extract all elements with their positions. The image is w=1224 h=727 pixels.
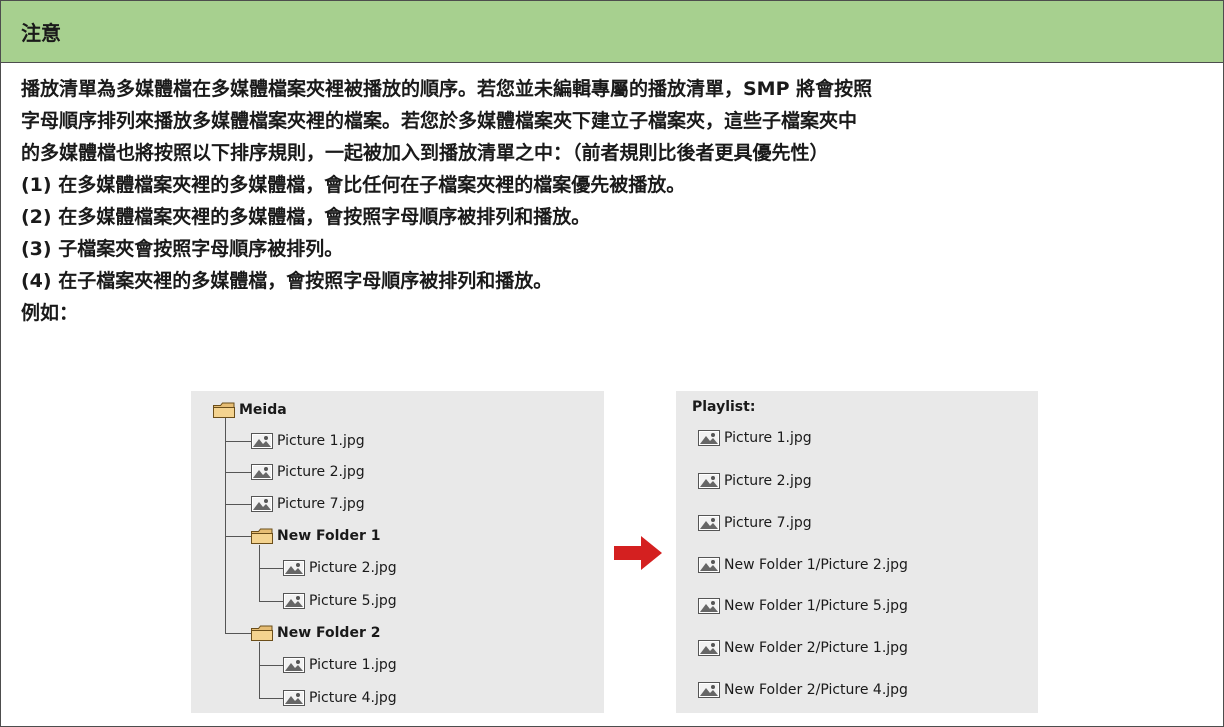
image-file-icon xyxy=(698,557,720,573)
playlist-item[interactable]: New Folder 1/Picture 5.jpg xyxy=(698,596,908,616)
file-label: Picture 1.jpg xyxy=(309,657,397,673)
note-title: 注意 xyxy=(1,1,1223,63)
playlist-item[interactable]: New Folder 2/Picture 1.jpg xyxy=(698,638,908,658)
tree-root-folder[interactable]: Meida xyxy=(213,400,287,420)
image-file-icon xyxy=(251,496,273,512)
image-file-icon xyxy=(283,690,305,706)
image-file-icon xyxy=(283,657,305,673)
image-file-icon xyxy=(698,598,720,614)
playlist-item-label: New Folder 1/Picture 2.jpg xyxy=(724,557,908,573)
folder-icon xyxy=(251,625,273,641)
file-label: Picture 2.jpg xyxy=(277,464,365,480)
file-label: Picture 4.jpg xyxy=(309,690,397,706)
note-body: 播放清單為多媒體檔在多媒體檔案夾裡被播放的順序。若您並未編輯專屬的播放清單，SM… xyxy=(1,63,1223,329)
rule-1: (1) 在多媒體檔案夾裡的多媒體檔，會比任何在子檔案夾裡的檔案優先被播放。 xyxy=(21,174,686,196)
folder-label: New Folder 1 xyxy=(277,528,381,544)
playlist-item-label: New Folder 1/Picture 5.jpg xyxy=(724,598,908,614)
playlist-item-label: Picture 2.jpg xyxy=(724,473,812,489)
file-label: Picture 7.jpg xyxy=(277,496,365,512)
playlist-item-label: New Folder 2/Picture 1.jpg xyxy=(724,640,908,656)
image-file-icon xyxy=(698,682,720,698)
tree-subfolder[interactable]: New Folder 2 xyxy=(251,623,380,643)
playlist-item-label: New Folder 2/Picture 4.jpg xyxy=(724,682,908,698)
playlist-item[interactable]: Picture 2.jpg xyxy=(698,471,812,491)
image-file-icon xyxy=(698,473,720,489)
right-arrow-icon xyxy=(614,533,664,573)
image-file-icon xyxy=(251,464,273,480)
image-file-icon xyxy=(698,515,720,531)
folder-icon xyxy=(213,402,235,418)
folder-icon xyxy=(251,528,273,544)
folder-label: New Folder 2 xyxy=(277,625,381,641)
note-line: 播放清單為多媒體檔在多媒體檔案夾裡被播放的順序。若您並未編輯專屬的播放清單，SM… xyxy=(21,78,873,100)
tree-subfolder[interactable]: New Folder 1 xyxy=(251,526,380,546)
image-file-icon xyxy=(698,430,720,446)
file-label: Picture 2.jpg xyxy=(309,560,397,576)
tree-file[interactable]: Picture 1.jpg xyxy=(283,655,397,675)
file-label: Picture 1.jpg xyxy=(277,433,365,449)
playlist-item-label: Picture 7.jpg xyxy=(724,515,812,531)
tree-file[interactable]: Picture 2.jpg xyxy=(251,462,365,482)
rule-4: (4) 在子檔案夾裡的多媒體檔，會按照字母順序被排列和播放。 xyxy=(21,270,553,292)
playlist-item[interactable]: Picture 1.jpg xyxy=(698,428,812,448)
note-box: 注意 播放清單為多媒體檔在多媒體檔案夾裡被播放的順序。若您並未編輯專屬的播放清單… xyxy=(0,0,1224,727)
tree-file[interactable]: Picture 7.jpg xyxy=(251,494,365,514)
image-file-icon xyxy=(698,640,720,656)
file-label: Picture 5.jpg xyxy=(309,593,397,609)
note-line: 字母順序排列來播放多媒體檔案夾裡的檔案。若您於多媒體檔案夾下建立子檔案夾，這些子… xyxy=(21,110,858,132)
tree-file[interactable]: Picture 4.jpg xyxy=(283,688,397,708)
tree-file[interactable]: Picture 5.jpg xyxy=(283,591,397,611)
rule-3: (3) 子檔案夾會按照字母順序被排列。 xyxy=(21,238,344,260)
playlist-item-label: Picture 1.jpg xyxy=(724,430,812,446)
tree-file[interactable]: Picture 1.jpg xyxy=(251,431,365,451)
playlist-item[interactable]: New Folder 2/Picture 4.jpg xyxy=(698,680,908,700)
image-file-icon xyxy=(283,593,305,609)
playlist-item[interactable]: Picture 7.jpg xyxy=(698,513,812,533)
playlist-item[interactable]: New Folder 1/Picture 2.jpg xyxy=(698,555,908,575)
note-line: 的多媒體檔也將按照以下排序規則，一起被加入到播放清單之中：（前者規則比後者更具優… xyxy=(21,142,829,164)
folder-label: Meida xyxy=(239,402,287,418)
playlist-title: Playlist: xyxy=(692,399,756,415)
image-file-icon xyxy=(283,560,305,576)
folder-tree-panel: Meida Picture 1.jpg Picture 2.jpg Pictur… xyxy=(191,391,604,713)
playlist-panel: Playlist: Picture 1.jpg Picture 2.jpg Pi… xyxy=(676,391,1038,713)
image-file-icon xyxy=(251,433,273,449)
tree-file[interactable]: Picture 2.jpg xyxy=(283,558,397,578)
rule-2: (2) 在多媒體檔案夾裡的多媒體檔，會按照字母順序被排列和播放。 xyxy=(21,206,591,228)
example-label: 例如： xyxy=(21,302,79,324)
